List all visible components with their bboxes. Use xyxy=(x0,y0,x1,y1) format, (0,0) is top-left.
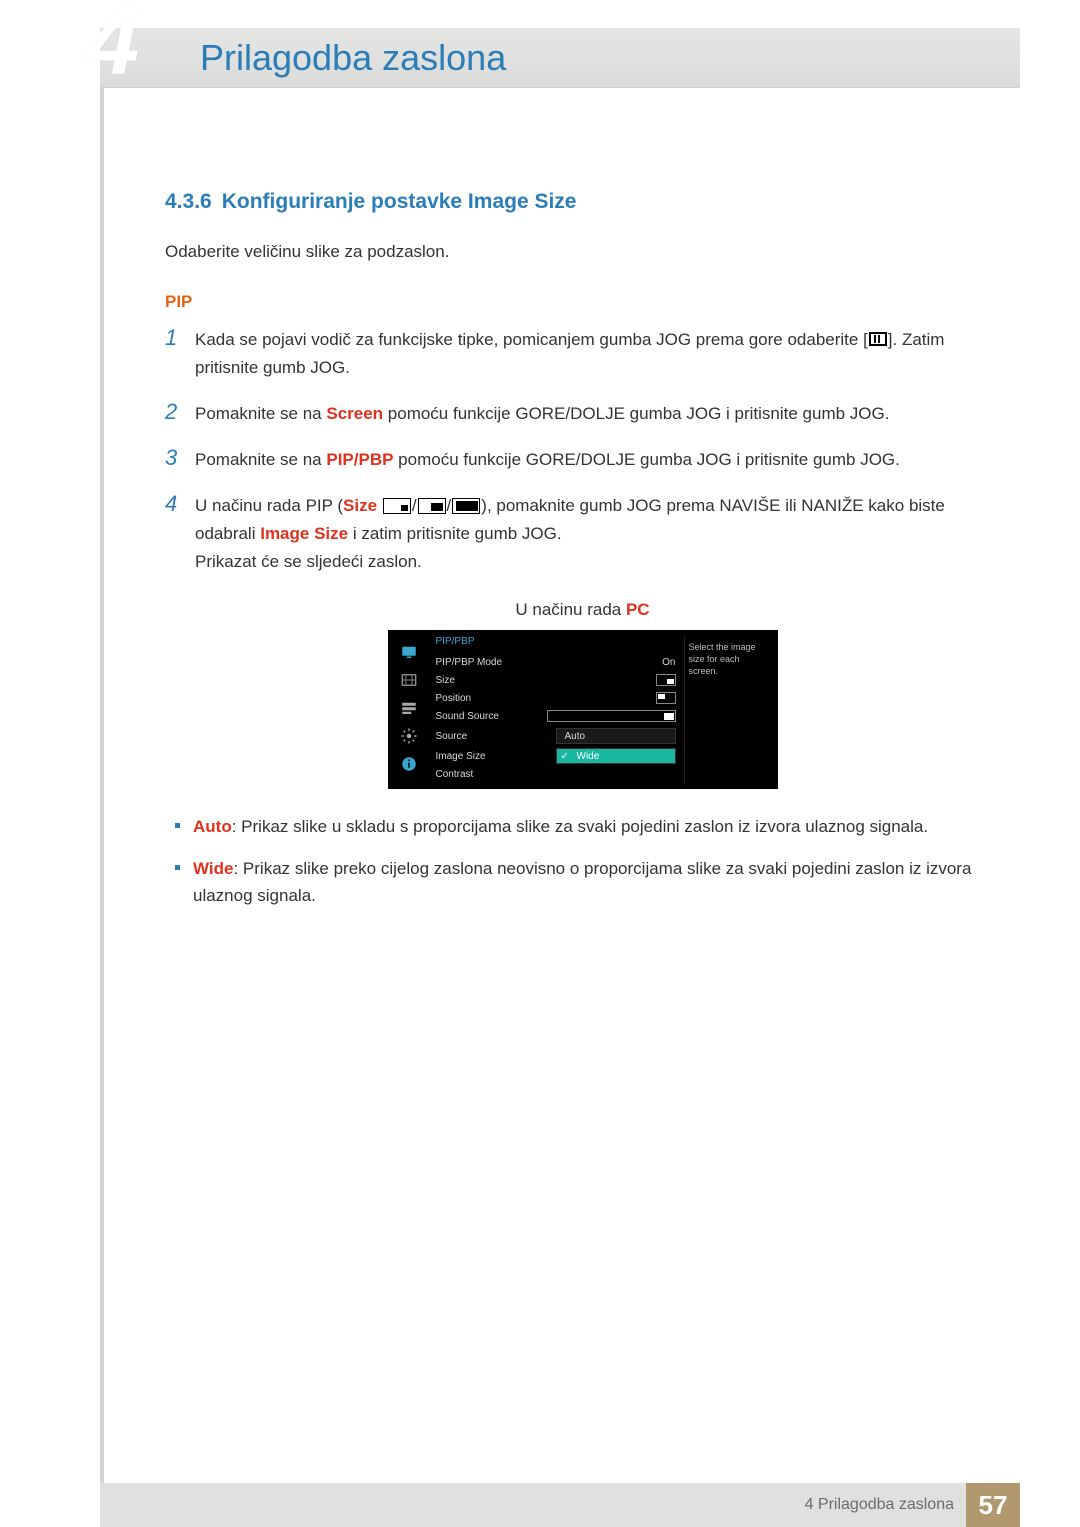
osd-row-sound: Sound Source xyxy=(436,707,676,725)
step-4: 4 U načinu rada PIP (Size //), pomaknite… xyxy=(165,492,1000,576)
osd-row-source: Source Auto xyxy=(436,727,676,745)
size-big-icon xyxy=(452,498,480,514)
osd-row-mode: PIP/PBP Mode On xyxy=(436,653,676,671)
osd-value-box: Auto xyxy=(556,728,676,744)
sound-thumb-icon xyxy=(547,710,676,722)
osd-help-text: Select the image size for each screen. xyxy=(684,636,772,783)
osd-tab-onscreen-icon xyxy=(394,696,424,720)
section-heading: 4.3.6 Konfiguriranje postavke Image Size xyxy=(165,190,1000,214)
osd-tab-settings-icon xyxy=(394,724,424,748)
page-footer: 4 Prilagodba zaslona 57 xyxy=(100,1483,1020,1527)
section-title-text: Konfiguriranje postavke Image Size xyxy=(222,190,577,213)
osd-row-image-size: Image Size Wide xyxy=(436,747,676,765)
step-body: Pomaknite se na PIP/PBP pomoću funkcije … xyxy=(195,446,1000,474)
osd-section-label: PIP/PBP xyxy=(436,636,676,647)
step-body: U načinu rada PIP (Size //), pomaknite g… xyxy=(195,492,1000,576)
osd-value-box-selected: Wide xyxy=(556,748,676,764)
step-body: Kada se pojavi vodič za funkcijske tipke… xyxy=(195,326,1000,382)
chapter-title: Prilagodba zaslona xyxy=(200,37,506,79)
step-body: Pomaknite se na Screen pomoću funkcije G… xyxy=(195,400,1000,428)
step-3: 3 Pomaknite se na PIP/PBP pomoću funkcij… xyxy=(165,446,1000,474)
step-number: 2 xyxy=(165,400,195,428)
step-number: 3 xyxy=(165,446,195,474)
section-number: 4.3.6 xyxy=(165,190,212,213)
osd-menu: PIP/PBP PIP/PBP Mode On Size Position So… xyxy=(388,630,778,789)
step-number: 4 xyxy=(165,492,195,576)
bullet-auto: Auto: Prikaz slike u skladu s proporcija… xyxy=(193,813,1000,840)
section-intro: Odaberite veličinu slike za podzaslon. xyxy=(165,242,1000,262)
osd-row-contrast: Contrast xyxy=(436,765,676,783)
osd-tab-column xyxy=(394,636,428,783)
footer-label: 4 Prilagodba zaslona xyxy=(805,1496,954,1514)
osd-caption: U načinu rada PC xyxy=(165,600,1000,620)
step-1: 1 Kada se pojavi vodič za funkcijske tip… xyxy=(165,326,1000,382)
step-2: 2 Pomaknite se na Screen pomoću funkcije… xyxy=(165,400,1000,428)
osd-tab-pip-icon xyxy=(394,668,424,692)
page-header: 4 Prilagodba zaslona xyxy=(100,28,1020,88)
bullet-wide: Wide: Prikaz slike preko cijelog zaslona… xyxy=(193,855,1000,909)
menu-icon xyxy=(869,332,887,346)
left-margin-stripe xyxy=(100,88,104,1483)
chapter-number-graphic: 4 xyxy=(86,0,139,90)
osd-body: PIP/PBP PIP/PBP Mode On Size Position So… xyxy=(428,636,684,783)
osd-row-size: Size xyxy=(436,671,676,689)
size-small-icon xyxy=(383,498,411,514)
size-thumb-icon xyxy=(656,674,676,686)
osd-tab-picture-icon xyxy=(394,640,424,664)
step-list: 1 Kada se pojavi vodič za funkcijske tip… xyxy=(165,326,1000,576)
osd-tab-info-icon xyxy=(394,752,424,776)
sub-heading-pip: PIP xyxy=(165,292,1000,312)
position-thumb-icon xyxy=(656,692,676,704)
footer-page-number: 57 xyxy=(966,1483,1020,1527)
page-content: 4.3.6Konfiguriranje postavke Image Size … xyxy=(165,190,1000,923)
osd-row-position: Position xyxy=(436,689,676,707)
size-mid-icon xyxy=(418,498,446,514)
option-bullets: Auto: Prikaz slike u skladu s proporcija… xyxy=(165,813,1000,909)
step-number: 1 xyxy=(165,326,195,382)
